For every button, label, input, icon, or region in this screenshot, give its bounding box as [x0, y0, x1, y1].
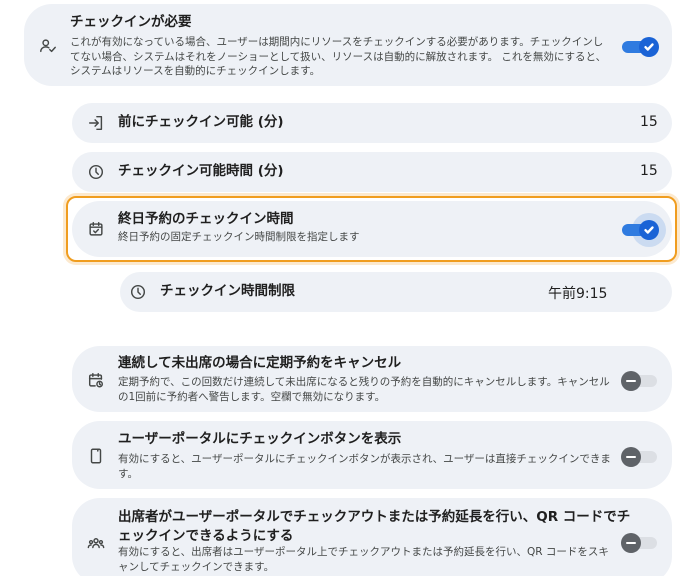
check-icon [639, 220, 659, 240]
cancel-recurring-card: 連続して未出席の場合に定期予約をキャンセル 定期予約で、この回数だけ連続して未出… [72, 346, 672, 412]
cancel-recurring-description: 定期予約で、この回数だけ連続して未出席になると残りの予約を自動的にキャンセルしま… [118, 376, 610, 403]
clock-icon [128, 282, 148, 302]
attendee-checkout-card: 出席者がユーザーポータルでチェックアウトまたは予約延長を行い、QR コードでチェ… [72, 498, 672, 576]
calendar-repeat-icon [86, 370, 106, 390]
checkin-before-value[interactable]: 15 [640, 114, 658, 130]
portal-checkin-button-toggle[interactable] [621, 445, 661, 469]
attendee-checkout-description: 有効にすると、出席者はユーザーポータル上でチェックアウトまたは予約延長を行い、Q… [118, 546, 609, 573]
checkin-before-label: 前にチェックイン可能 (分) [118, 114, 284, 130]
checkin-time-limit-label: チェックイン時間制限 [160, 283, 295, 299]
checkin-window-value[interactable]: 15 [640, 163, 658, 179]
checkin-required-toggle[interactable] [620, 34, 660, 60]
allday-checkin-card: 終日予約のチェックイン時間 終日予約の固定チェックイン時間制限を指定します [72, 201, 672, 257]
minus-icon [621, 371, 641, 391]
minus-icon [621, 533, 641, 553]
calendar-check-icon [86, 219, 106, 239]
checkin-required-title: チェックインが必要 [70, 14, 192, 30]
allday-checkin-title: 終日予約のチェックイン時間 [118, 211, 294, 227]
group-icon [86, 533, 106, 553]
attendee-checkout-toggle[interactable] [621, 531, 661, 555]
checkin-window-label: チェックイン可能時間 (分) [118, 163, 284, 179]
checkin-required-card: チェックインが必要 これが有効になっている場合、ユーザーは期間内にリソースをチェ… [24, 4, 672, 86]
checkin-time-limit-row[interactable]: チェックイン時間制限 午前9:15 [120, 272, 672, 312]
person-check-icon [38, 36, 58, 56]
portal-checkin-button-description: 有効にすると、ユーザーポータルにチェックインボタンが表示され、ユーザーは直接チェ… [118, 453, 611, 480]
checkin-required-description: これが有効になっている場合、ユーザーは期間内にリソースをチェックインする必要があ… [70, 36, 607, 77]
portal-checkin-button-title: ユーザーポータルにチェックインボタンを表示 [118, 431, 402, 447]
portal-checkin-button-card: ユーザーポータルにチェックインボタンを表示 有効にすると、ユーザーポータルにチェ… [72, 421, 672, 489]
minus-icon [621, 447, 641, 467]
cancel-recurring-title: 連続して未出席の場合に定期予約をキャンセル [118, 355, 402, 371]
mobile-icon [86, 446, 106, 466]
allday-checkin-description: 終日予約の固定チェックイン時間制限を指定します [118, 231, 360, 243]
allday-checkin-toggle[interactable] [620, 213, 666, 247]
checkin-window-row[interactable]: チェックイン可能時間 (分) 15 [72, 152, 672, 192]
check-icon [639, 37, 659, 57]
checkin-before-row[interactable]: 前にチェックイン可能 (分) 15 [72, 103, 672, 143]
attendee-checkout-title: 出席者がユーザーポータルでチェックアウトまたは予約延長を行い、QR コードでチェ… [118, 509, 631, 544]
cancel-recurring-toggle[interactable] [621, 369, 661, 393]
clock-icon [86, 162, 106, 182]
login-icon [86, 113, 106, 133]
checkin-time-limit-value[interactable]: 午前9:15 [548, 283, 607, 303]
